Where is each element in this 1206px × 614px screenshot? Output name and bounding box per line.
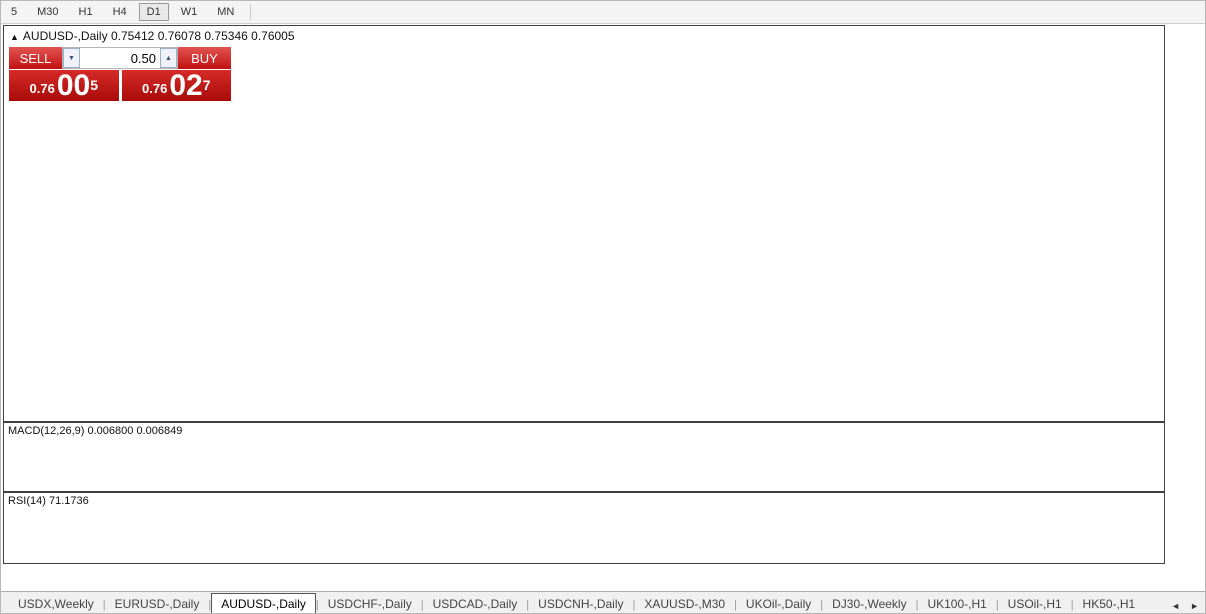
buy-price-box[interactable]: 0.76 02 7 [121,69,231,102]
ohlc-close: 0.76005 [251,29,295,43]
ohlc-low: 0.75346 [204,29,248,43]
tab-uk100-h1[interactable]: UK100-,H1 [918,594,995,613]
tab-scroll-left-icon[interactable]: ◄ [1171,601,1180,611]
tab-usdx-weekly[interactable]: USDX,Weekly [9,594,103,613]
sell-price-box[interactable]: 0.76 00 5 [9,70,119,101]
timeframe-d1[interactable]: D1 [138,3,169,21]
tab-usdcnh-daily[interactable]: USDCNH-,Daily [529,594,632,613]
buy-price-sup: 7 [202,77,211,93]
trading-platform-window: 5 M30 H1 H4 D1 W1 MN ▲ AUDUSD-,Daily 0.75412 0.… [0,0,1206,614]
collapse-icon[interactable]: ▲ [10,32,19,42]
chart-symbol-label: AUDUSD-,Daily [22,29,108,43]
one-click-trading-panel: SELL ▼ ▲ BUY 0.76005 0.76027 [9,47,231,101]
date-axis[interactable] [3,564,1205,591]
tab-dj30-weekly[interactable]: DJ30-,Weekly [823,594,915,613]
timeframe-toolbar: 5 M30 H1 H4 D1 W1 MN [1,1,1205,24]
sell-button[interactable]: SELL [9,47,62,69]
macd-label: MACD(12,26,9) 0.006800 0.006849 [8,425,183,437]
price-axis[interactable] [1165,25,1205,564]
timeframe-h4[interactable]: H4 [105,3,135,21]
chart-ohlc-header: ▲ AUDUSD-,Daily 0.75412 0.76078 0.75346 0… [10,29,295,43]
timeframe-m30[interactable]: M30 [29,3,66,21]
timeframe-h1[interactable]: H1 [71,3,101,21]
tab-ukoil-daily[interactable]: UKOil-,Daily [737,594,820,613]
rsi-label: RSI(14) 71.1736 [8,495,89,507]
toolbar-separator [250,4,252,20]
timeframe-5[interactable]: 5 [3,3,25,21]
volume-increase-button[interactable]: ▲ [160,48,177,68]
macd-indicator-pane[interactable]: MACD(12,26,9) 0.006800 0.006849 [4,423,1164,491]
timeframe-w1[interactable]: W1 [173,3,206,21]
tab-audusd-daily[interactable]: AUDUSD-,Daily [211,593,316,613]
volume-input[interactable] [80,50,160,66]
tab-usdcad-daily[interactable]: USDCAD-,Daily [424,594,527,613]
tab-scroll-controls: ◄ ► [1171,601,1205,613]
sell-price-sup: 5 [90,77,98,93]
rsi-indicator-pane[interactable]: RSI(14) 71.1736 [4,493,1164,563]
chart-tab-bar: USDX,Weekly | EURUSD-,Daily | AUDUSD-,Daily |… [1,591,1205,613]
timeframe-mn[interactable]: MN [209,3,242,21]
ohlc-open: 0.75412 [110,29,155,43]
ohlc-high: 0.76078 [157,29,202,43]
tab-xauusd-m30[interactable]: XAUUSD-,M30 [635,594,734,613]
sell-price-big: 00 [56,69,91,102]
chart-window: ▲ AUDUSD-,Daily 0.75412 0.76078 0.75346 0… [3,25,1165,564]
tab-usoil-h1[interactable]: USOil-,H1 [999,594,1071,613]
sell-price-prefix: 0.76 [29,81,55,96]
tab-eurusd-daily[interactable]: EURUSD-,Daily [106,594,209,613]
tab-hk50-h1[interactable]: HK50-,H1 [1074,594,1145,613]
buy-price-big: 02 [169,69,203,102]
tab-scroll-right-icon[interactable]: ► [1190,601,1199,611]
buy-price-prefix: 0.76 [142,81,168,96]
tab-usdchf-daily[interactable]: USDCHF-,Daily [319,594,421,613]
buy-button[interactable]: BUY [178,47,231,69]
volume-decrease-button[interactable]: ▼ [63,48,80,68]
